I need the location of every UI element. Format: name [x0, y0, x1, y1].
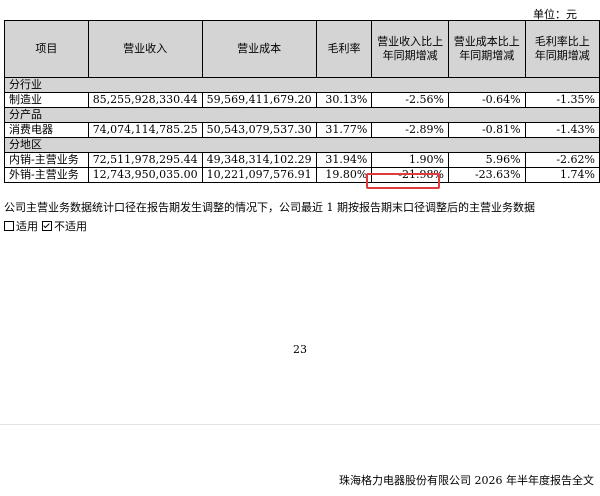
revenue-cell: 74,074,114,785.25 [87, 122, 203, 138]
section-title: 分产品 [4, 107, 600, 123]
header-margin-change: 毛利率比上年同期增减 [524, 20, 600, 78]
revenue-change-cell: -2.56% [371, 92, 449, 108]
checkbox-applicable[interactable] [4, 221, 14, 231]
revenue-cell: 85,255,928,330.44 [87, 92, 203, 108]
row-label: 内销-主营业务 [4, 152, 89, 168]
margin-change-cell: 1.74% [524, 167, 600, 183]
margin-change-cell: -1.35% [524, 92, 600, 108]
section-title: 分地区 [4, 137, 600, 153]
row-label: 制造业 [4, 92, 89, 108]
revenue-cell: 12,743,950,035.00 [87, 167, 203, 183]
table-row: 内销-主营业务 72,511,978,295.44 49,348,314,102… [4, 152, 600, 168]
option-label-not-applicable: 不适用 [54, 220, 87, 233]
table-row: 制造业 85,255,928,330.44 59,569,411,679.20 … [4, 92, 600, 108]
revenue-change-cell: -2.89% [371, 122, 449, 138]
page-divider [0, 424, 600, 425]
page-number: 23 [293, 343, 307, 356]
cost-cell: 59,569,411,679.20 [201, 92, 317, 108]
table-row: 消费电器 74,074,114,785.25 50,543,079,537.30… [4, 122, 600, 138]
margin-cell: 31.77% [315, 122, 373, 138]
cost-change-cell: -0.64% [447, 92, 526, 108]
margin-change-cell: -1.43% [524, 122, 600, 138]
cost-cell: 10,221,097,576.91 [201, 167, 317, 183]
margin-cell: 19.80% [315, 167, 373, 183]
header-item: 项目 [4, 20, 89, 78]
cost-change-cell: -0.81% [447, 122, 526, 138]
section-title: 分行业 [4, 77, 600, 93]
section-row-region: 分地区 [4, 137, 600, 153]
margin-cell: 31.94% [315, 152, 373, 168]
cost-change-cell: 5.96% [447, 152, 526, 168]
revenue-change-cell: 1.90% [371, 152, 449, 168]
applicability-options: 适用 不适用 [4, 218, 87, 234]
header-cost-change: 营业成本比上年同期增减 [447, 20, 526, 78]
highlight-box [366, 173, 440, 189]
adjustment-note: 公司主营业务数据统计口径在报告期发生调整的情况下，公司最近 1 期按报告期末口径… [4, 201, 535, 214]
header-revenue: 营业收入 [87, 20, 203, 78]
revenue-cell: 72,511,978,295.44 [87, 152, 203, 168]
checkbox-not-applicable[interactable] [42, 221, 52, 231]
section-row-product: 分产品 [4, 107, 600, 123]
header-gross-margin: 毛利率 [315, 20, 373, 78]
header-cost: 营业成本 [201, 20, 317, 78]
cost-cell: 50,543,079,537.30 [201, 122, 317, 138]
cost-cell: 49,348,314,102.29 [201, 152, 317, 168]
table-row: 外销-主营业务 12,743,950,035.00 10,221,097,576… [4, 167, 600, 183]
option-label-applicable: 适用 [16, 220, 38, 233]
margin-change-cell: -2.62% [524, 152, 600, 168]
section-row-industry: 分行业 [4, 77, 600, 93]
cost-change-cell: -23.63% [447, 167, 526, 183]
row-label: 外销-主营业务 [4, 167, 89, 183]
header-row: 项目 营业收入 营业成本 毛利率 营业收入比上年同期增减 营业成本比上年同期增减… [4, 20, 600, 78]
header-revenue-change: 营业收入比上年同期增减 [371, 20, 449, 78]
margin-cell: 30.13% [315, 92, 373, 108]
report-footer: 珠海格力电器股份有限公司 2026 年半年度报告全文 [339, 474, 594, 487]
main-business-table: 项目 营业收入 营业成本 毛利率 营业收入比上年同期增减 营业成本比上年同期增减… [4, 20, 600, 183]
row-label: 消费电器 [4, 122, 89, 138]
